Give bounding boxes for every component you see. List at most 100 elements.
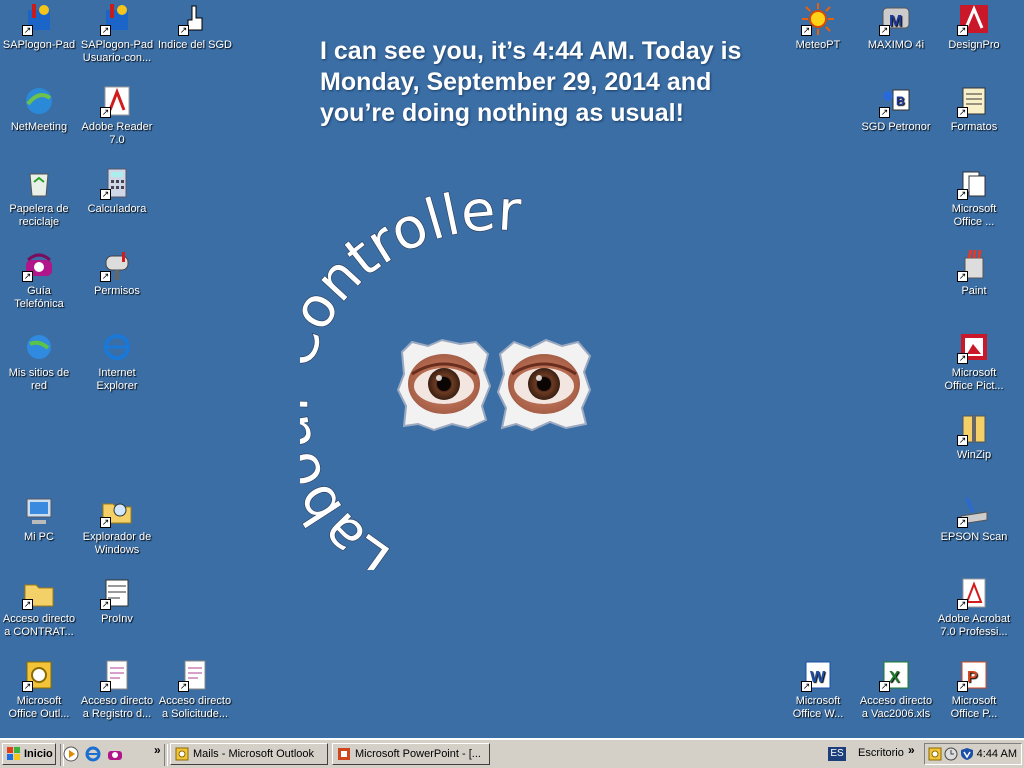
- shortcut-arrow-icon: ↗: [100, 107, 111, 118]
- desktop-icon-label: Microsoft Office W...: [792, 695, 844, 720]
- desktop-icon[interactable]: M ↗ MAXIMO 4i: [857, 2, 935, 52]
- shortcut-arrow-icon: ↗: [801, 681, 812, 692]
- taskbar-separator: [164, 744, 168, 766]
- shortcut-arrow-icon: ↗: [957, 517, 968, 528]
- desktop-icon[interactable]: ↗ Microsoft Office Pict...: [935, 330, 1013, 393]
- shortcut-arrow-icon: ↗: [22, 681, 33, 692]
- desktop-icon[interactable]: ↗ Acceso directo a CONTRAT...: [0, 576, 78, 639]
- desktop-icon-label: SAPlogon-Pad: [2, 39, 76, 51]
- language-indicator[interactable]: ES: [828, 747, 846, 761]
- taskbar-clock[interactable]: 4:44 AM: [977, 748, 1017, 760]
- desktop-icon[interactable]: Internet Explorer: [78, 330, 156, 393]
- desktop-icon[interactable]: ↗ Acceso directo a Registro d...: [78, 658, 156, 721]
- desktop-icon-label: Acceso directo a Vac2006.xls: [859, 695, 933, 720]
- document-shortcut-icon: ↗: [178, 658, 212, 692]
- shortcut-arrow-icon: ↗: [957, 599, 968, 610]
- desktop: I can see you, it’s 4:44 AM. Today is Mo…: [0, 0, 1024, 738]
- desktop-icon[interactable]: ↗ WinZip: [935, 412, 1013, 462]
- shortcut-arrow-icon: ↗: [957, 189, 968, 200]
- desktop-icon-label: Calculadora: [87, 203, 147, 215]
- desktop-icon-label: Internet Explorer: [96, 367, 138, 392]
- shortcut-arrow-icon: ↗: [879, 25, 890, 36]
- desktop-icon[interactable]: ↗ Paint: [935, 248, 1013, 298]
- windows-logo-icon: [7, 747, 21, 761]
- desktop-icon-label: EPSON Scan: [940, 531, 1008, 543]
- quicklaunch-chevron[interactable]: »: [154, 743, 161, 757]
- desktop-icon-label: Paint: [961, 285, 987, 297]
- desktop-icon[interactable]: NetMeeting: [0, 84, 78, 134]
- desktop-icon-label: Formatos: [950, 121, 998, 133]
- desktop-icon-label: MAXIMO 4i: [867, 39, 925, 51]
- desktop-icon[interactable]: P ↗ Microsoft Office P...: [935, 658, 1013, 721]
- desktop-icon[interactable]: ↗ SAPlogon-Pad: [0, 2, 78, 52]
- desktop-icon-label: MeteoPT: [795, 39, 841, 51]
- desktop-icon[interactable]: ↗ Permisos: [78, 248, 156, 298]
- sap-logon-user-icon: ↗: [100, 2, 134, 36]
- proinv-icon: ↗: [100, 576, 134, 610]
- office-icon: ↗: [957, 166, 991, 200]
- adobe-reader-icon: ↗: [100, 84, 134, 118]
- recycle-bin-icon: [22, 166, 56, 200]
- svg-text:M: M: [889, 13, 902, 30]
- desktop-icon[interactable]: ↗ Microsoft Office Outl...: [0, 658, 78, 721]
- desktop-icon[interactable]: ↗ Microsoft Office ...: [935, 166, 1013, 229]
- desktop-icon-label: Microsoft Office Pict...: [944, 367, 1004, 392]
- wallpaper-art: Labour Controller: [300, 190, 592, 570]
- svg-text:P: P: [967, 669, 978, 686]
- calculator-icon: ↗: [100, 166, 134, 200]
- shortcut-arrow-icon: ↗: [957, 25, 968, 36]
- desktop-icon[interactable]: ↗ EPSON Scan: [935, 494, 1013, 544]
- desktop-icon[interactable]: ↗ Guía Telefónica: [0, 248, 78, 311]
- svg-text:B: B: [896, 94, 905, 108]
- desktop-toolbar-chevron[interactable]: »: [908, 743, 915, 757]
- desktop-icon[interactable]: ↗ MeteoPT: [779, 2, 857, 52]
- desktop-icon[interactable]: ↗ Calculadora: [78, 166, 156, 216]
- desktop-icon[interactable]: B ↗ SGD Petronor: [857, 84, 935, 134]
- media-player-icon[interactable]: [62, 745, 80, 763]
- right-eye-image: [496, 338, 592, 432]
- shortcut-arrow-icon: ↗: [957, 435, 968, 446]
- office-picture-icon: ↗: [957, 330, 991, 364]
- desktop-icon-label: Microsoft Office P...: [950, 695, 998, 720]
- desktop-icon[interactable]: ↗ Indice del SGD: [156, 2, 234, 52]
- desktop-icon[interactable]: ↗ Explorador de Windows: [78, 494, 156, 557]
- desktop-icon-label: WinZip: [956, 449, 992, 461]
- desktop-icon[interactable]: ↗ Adobe Acrobat 7.0 Professi...: [935, 576, 1013, 639]
- outlook-icon: ↗: [22, 658, 56, 692]
- desktop-icon[interactable]: ↗ Formatos: [935, 84, 1013, 134]
- desktop-icon[interactable]: Mi PC: [0, 494, 78, 544]
- scanner-icon: ↗: [957, 494, 991, 528]
- shortcut-arrow-icon: ↗: [957, 681, 968, 692]
- antivirus-shield-icon[interactable]: [960, 747, 974, 761]
- clock-tray-icon[interactable]: [944, 747, 958, 761]
- telephone-icon: ↗: [22, 248, 56, 282]
- desktop-toolbar[interactable]: Escritorio: [858, 747, 904, 759]
- start-button[interactable]: Inicio: [2, 743, 56, 765]
- forms-icon: ↗: [957, 84, 991, 118]
- desktop-icon-label: SGD Petronor: [861, 121, 931, 133]
- desktop-icon[interactable]: W ↗ Microsoft Office W...: [779, 658, 857, 721]
- task-button-outlook[interactable]: Mails - Microsoft Outlook: [170, 743, 328, 765]
- desktop-icon[interactable]: Mis sitios de red: [0, 330, 78, 393]
- desktop-icon[interactable]: ↗ DesignPro: [935, 2, 1013, 52]
- shortcut-arrow-icon: ↗: [100, 25, 111, 36]
- sap-logon-icon: ↗: [22, 2, 56, 36]
- desktop-icon[interactable]: ↗ Acceso directo a Solicitude...: [156, 658, 234, 721]
- network-places-icon: [22, 330, 56, 364]
- desktop-icon-label: Acceso directo a CONTRAT...: [2, 613, 76, 638]
- desktop-icon[interactable]: Papelera de reciclaje: [0, 166, 78, 229]
- desktop-icon[interactable]: ↗ Adobe Reader 7.0: [78, 84, 156, 147]
- internet-explorer-icon: [100, 330, 134, 364]
- desktop-icon[interactable]: ↗ ProInv: [78, 576, 156, 626]
- shortcut-arrow-icon: ↗: [100, 189, 111, 200]
- task-button-powerpoint[interactable]: Microsoft PowerPoint - [...: [332, 743, 490, 765]
- desktop-icon[interactable]: ↗ SAPlogon-Pad Usuario-con...: [78, 2, 156, 65]
- internet-explorer-quicklaunch-icon[interactable]: [84, 745, 102, 763]
- shortcut-arrow-icon: ↗: [22, 25, 33, 36]
- telephone-quicklaunch-icon[interactable]: [106, 745, 124, 763]
- document-shortcut-icon: ↗: [100, 658, 134, 692]
- acrobat-icon: ↗: [957, 576, 991, 610]
- outlook-tray-icon[interactable]: [928, 747, 942, 761]
- desktop-icon[interactable]: X ↗ Acceso directo a Vac2006.xls: [857, 658, 935, 721]
- mailbox-icon: ↗: [100, 248, 134, 282]
